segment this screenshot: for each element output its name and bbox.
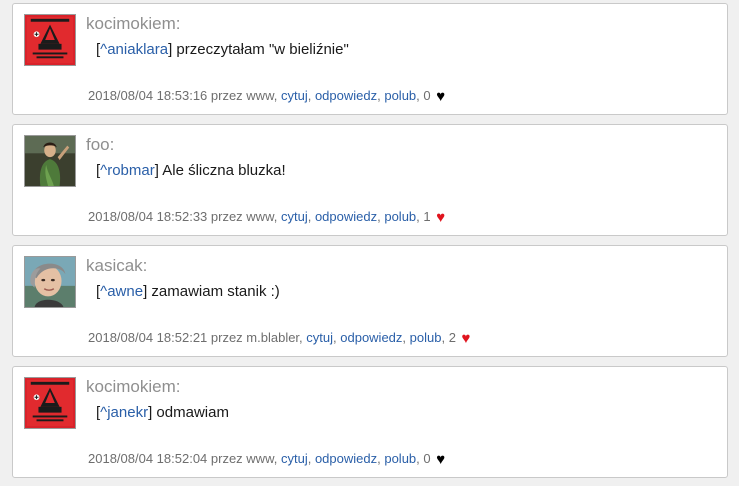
mention-link[interactable]: ^janekr	[100, 404, 148, 421]
separator: ,	[441, 330, 449, 345]
photo-portrait-avatar-image	[25, 257, 75, 307]
red-poster-avatar-image	[25, 378, 75, 428]
quote-link[interactable]: cytuj	[281, 209, 308, 224]
mention-link[interactable]: ^aniaklara	[100, 41, 168, 58]
timestamp: 2018/08/04 18:53:16	[88, 88, 208, 103]
source-client: m.blabler	[246, 330, 300, 345]
quote-link[interactable]: cytuj	[306, 330, 333, 345]
comment-body: odmawiam	[152, 404, 229, 421]
comment-text: [^robmar] Ale śliczna bluzka!	[96, 161, 286, 181]
separator: ,	[307, 451, 315, 466]
heart-icon: ♥	[436, 209, 446, 226]
comment-body: zamawiam stanik :)	[147, 283, 280, 300]
timestamp: 2018/08/04 18:52:21	[88, 330, 208, 345]
reply-link[interactable]: odpowiedz	[315, 88, 377, 103]
separator: ,	[273, 451, 281, 466]
comment-card: kocimokiem: [^janekr] odmawiam 2018/08/0…	[12, 366, 728, 478]
red-poster-avatar-image	[25, 15, 75, 65]
via-prefix: przez	[207, 88, 247, 103]
like-count: 1	[423, 209, 431, 224]
separator: ,	[402, 330, 410, 345]
timestamp: 2018/08/04 18:52:33	[88, 209, 208, 224]
via-prefix: przez	[207, 209, 247, 224]
comment-body: Ale śliczna bluzka!	[158, 162, 286, 179]
comment-text: [^aniaklara] przeczytałam "w bieliźnie"	[96, 40, 349, 60]
comment-body: przeczytałam "w bieliźnie"	[172, 41, 349, 58]
source-client: www	[246, 88, 274, 103]
comment-meta: 2018/08/04 18:52:21 przez m.blabler, cyt…	[88, 329, 470, 347]
heart-icon: ♥	[436, 451, 446, 468]
username[interactable]: kocimokiem:	[86, 14, 180, 34]
separator: ,	[307, 209, 315, 224]
like-link[interactable]: polub	[410, 330, 442, 345]
avatar[interactable]	[24, 256, 76, 308]
comment-text: [^awne] zamawiam stanik :)	[96, 282, 280, 302]
comment-meta: 2018/08/04 18:52:33 przez www, cytuj, od…	[88, 208, 445, 226]
separator: ,	[307, 88, 315, 103]
comment-meta: 2018/08/04 18:53:16 przez www, cytuj, od…	[88, 87, 445, 105]
quote-link[interactable]: cytuj	[281, 451, 308, 466]
comment-feed: kocimokiem: [^aniaklara] przeczytałam "w…	[0, 0, 739, 486]
username[interactable]: kocimokiem:	[86, 377, 180, 397]
timestamp: 2018/08/04 18:52:04	[88, 451, 208, 466]
comment-meta: 2018/08/04 18:52:04 przez www, cytuj, od…	[88, 450, 445, 468]
source-client: www	[246, 451, 274, 466]
avatar[interactable]	[24, 135, 76, 187]
mention-link[interactable]: ^robmar	[100, 162, 155, 179]
separator: ,	[273, 209, 281, 224]
like-count: 2	[448, 330, 456, 345]
username[interactable]: kasicak:	[86, 256, 147, 276]
reply-link[interactable]: odpowiedz	[315, 209, 377, 224]
like-count: 0	[423, 451, 431, 466]
username[interactable]: foo:	[86, 135, 114, 155]
separator: ,	[273, 88, 281, 103]
avatar[interactable]	[24, 14, 76, 66]
via-prefix: przez	[207, 330, 247, 345]
via-prefix: przez	[207, 451, 247, 466]
comment-text: [^janekr] odmawiam	[96, 403, 229, 423]
comment-card: kasicak: [^awne] zamawiam stanik :) 2018…	[12, 245, 728, 357]
reply-link[interactable]: odpowiedz	[315, 451, 377, 466]
heart-icon: ♥	[436, 88, 446, 105]
comment-card: kocimokiem: [^aniaklara] przeczytałam "w…	[12, 3, 728, 115]
quote-link[interactable]: cytuj	[281, 88, 308, 103]
heart-icon: ♥	[461, 330, 471, 347]
painting-portrait-avatar-image	[25, 136, 75, 186]
like-link[interactable]: polub	[384, 88, 416, 103]
avatar[interactable]	[24, 377, 76, 429]
comment-card: foo: [^robmar] Ale śliczna bluzka! 2018/…	[12, 124, 728, 236]
source-client: www	[246, 209, 274, 224]
like-count: 0	[423, 88, 431, 103]
like-link[interactable]: polub	[384, 451, 416, 466]
reply-link[interactable]: odpowiedz	[340, 330, 402, 345]
like-link[interactable]: polub	[384, 209, 416, 224]
mention-link[interactable]: ^awne	[100, 283, 143, 300]
